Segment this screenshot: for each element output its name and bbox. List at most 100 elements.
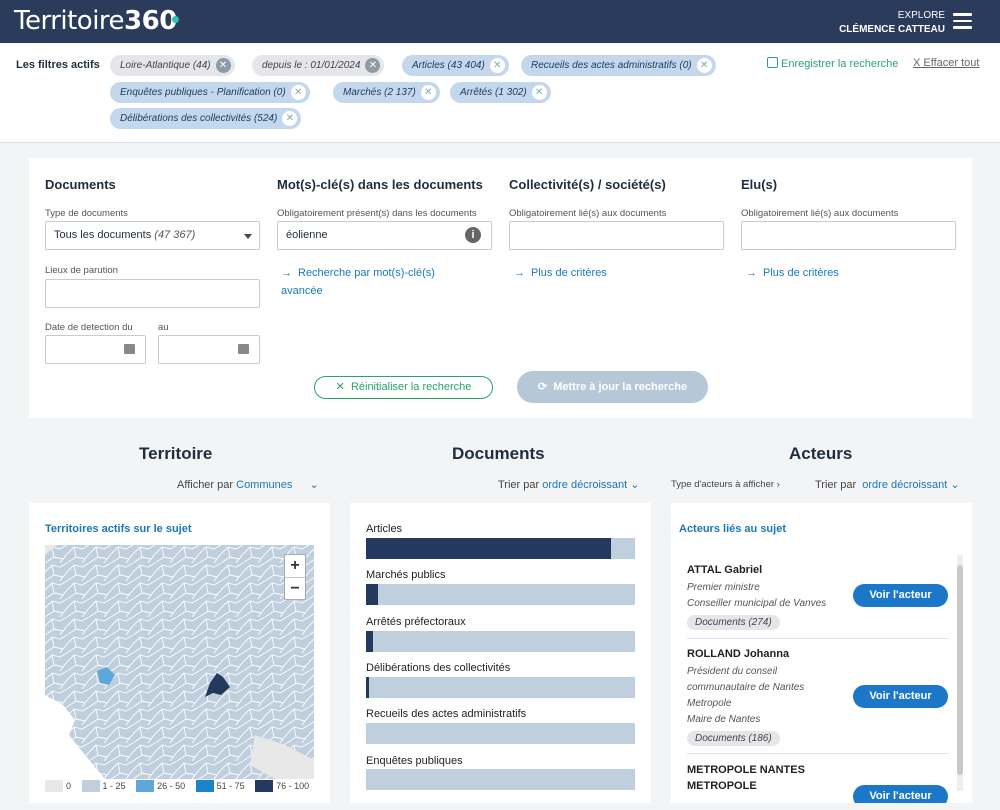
doc-bar-track[interactable] <box>366 631 635 652</box>
communes-map[interactable]: + − <box>45 545 314 779</box>
view-actor-button[interactable]: Voir l'acteur <box>853 584 948 607</box>
doc-bar-track[interactable] <box>366 538 635 559</box>
actors-scrollbar[interactable] <box>957 555 963 791</box>
save-search-link[interactable]: Enregistrer la recherche <box>767 57 898 70</box>
remove-filter-icon[interactable]: ✕ <box>365 58 381 73</box>
filter-chip-label: Marchés (2 137) <box>343 87 416 98</box>
zoom-in-button[interactable]: + <box>285 555 305 577</box>
legend-label: 26 - 50 <box>157 781 186 791</box>
calendar-icon[interactable] <box>238 344 249 354</box>
actor-role: Président du conseil <box>687 666 778 677</box>
app-logo[interactable]: Territoire360 <box>14 6 179 36</box>
remove-filter-icon[interactable]: ✕ <box>489 58 505 73</box>
documents-column-title: Documents <box>45 177 116 192</box>
filter-chip[interactable]: Loire-Atlantique (44) ✕ <box>110 55 235 76</box>
doc-bar-label: Articles <box>366 523 403 535</box>
arrow-right-icon: → <box>746 267 757 279</box>
collectivities-input[interactable] <box>509 221 724 250</box>
filter-chip[interactable]: Recueils des actes administratifs (0) ✕ <box>521 55 716 76</box>
sort-prefix: Trier par <box>498 479 540 491</box>
filter-chip-label: Articles (43 404) <box>412 60 485 71</box>
calendar-icon[interactable] <box>124 344 135 354</box>
filter-chip[interactable]: depuis le : 01/01/2024 ✕ <box>252 55 385 76</box>
remove-filter-icon[interactable]: ✕ <box>531 85 547 100</box>
doc-bar-track[interactable] <box>366 723 635 744</box>
more-criteria-text: Plus de critères <box>763 267 839 279</box>
remove-filter-icon[interactable]: ✕ <box>420 85 436 100</box>
update-label: Mettre à jour la recherche <box>553 381 688 393</box>
actor-name: ATTAL Gabriel <box>687 564 763 576</box>
user-menu[interactable]: EXPLORE CLÉMENCE CATTEAU <box>839 9 945 37</box>
date-from-label: Date de detection du <box>45 322 133 333</box>
filter-chip-label: Recueils des actes administratifs (0) <box>531 60 692 71</box>
remove-filter-icon[interactable]: ✕ <box>282 111 298 126</box>
more-criteria-text: Plus de critères <box>531 267 607 279</box>
documents-sort-select[interactable]: Trier par ordre décroissant ⌄ <box>498 478 640 491</box>
elected-more-criteria-link[interactable]: → Plus de critères <box>746 264 839 282</box>
filter-chip-label: Arrêtés (1 302) <box>460 87 527 98</box>
doc-bar-track[interactable] <box>366 677 635 698</box>
map-legend: 0 1 - 25 26 - 50 51 - 75 76 - 100 <box>45 780 317 794</box>
territoire-display-select[interactable]: Afficher par Communes ⌄ <box>177 478 319 491</box>
remove-filter-icon[interactable]: ✕ <box>696 58 712 73</box>
acteurs-sort-select[interactable]: Trier par ordre décroissant ⌄ <box>815 478 960 491</box>
legend-swatch <box>195 780 214 792</box>
remove-filter-icon[interactable]: ✕ <box>290 85 306 100</box>
chevron-down-icon: ⌄ <box>309 479 319 491</box>
doc-bar-track[interactable] <box>366 584 635 605</box>
actor-role: Maire de Nantes <box>687 714 761 725</box>
date-to-label: au <box>158 322 169 333</box>
territoire-card: Territoires actifs sur le sujet + − 0 1 … <box>29 503 330 803</box>
acteurs-title: Acteurs <box>789 444 853 463</box>
collectivities-more-criteria-link[interactable]: → Plus de critères <box>514 264 607 282</box>
sort-value: ordre décroissant <box>862 479 948 491</box>
scrollbar-thumb[interactable] <box>957 565 963 775</box>
elected-column-title: Elu(s) <box>741 177 778 192</box>
keywords-input[interactable]: éolienne i <box>277 221 492 250</box>
view-actor-button[interactable]: Voir l'acteur <box>853 785 948 803</box>
acteurs-card-title: Acteurs liés au sujet <box>679 523 786 535</box>
arrow-right-icon: → <box>514 267 525 279</box>
remove-filter-icon[interactable]: ✕ <box>215 58 231 73</box>
doc-bar-label: Marchés publics <box>366 569 446 581</box>
actor-documents-badge: Documents (274) <box>687 615 780 630</box>
divider <box>687 753 949 754</box>
legend-swatch <box>45 780 63 792</box>
doc-bar-track[interactable] <box>366 769 635 790</box>
sort-value: ordre décroissant <box>542 479 628 491</box>
legend-label: 76 - 100 <box>276 781 310 791</box>
zoom-out-button[interactable]: − <box>285 577 305 599</box>
filter-chip-label: Loire-Atlantique (44) <box>120 60 211 71</box>
explore-label: EXPLORE <box>897 10 945 21</box>
search-panel: Documents Type de documents Tous les doc… <box>29 158 972 418</box>
view-actor-button[interactable]: Voir l'acteur <box>853 685 948 708</box>
filter-chip[interactable]: Marchés (2 137) ✕ <box>333 82 440 103</box>
reset-search-button[interactable]: ✕ Réinitialiser la recherche <box>314 376 493 399</box>
map-zoom-control: + − <box>284 554 306 600</box>
date-from-input[interactable] <box>45 335 146 364</box>
collectivities-field-label: Obligatoirement lié(s) aux documents <box>509 208 667 219</box>
filter-chip[interactable]: Arrêtés (1 302) ✕ <box>450 82 551 103</box>
date-to-input[interactable] <box>158 335 260 364</box>
filter-chip[interactable]: Délibérations des collectivités (524) ✕ <box>110 108 302 129</box>
keywords-field-label: Obligatoirement présent(s) dans les docu… <box>277 208 477 219</box>
divider <box>687 638 949 639</box>
actor-name: METROPOLE NANTES <box>687 764 805 776</box>
refresh-icon: ⟳ <box>537 381 548 393</box>
places-input[interactable] <box>45 279 260 308</box>
hamburger-menu-icon[interactable] <box>953 13 972 29</box>
info-icon[interactable]: i <box>465 227 481 243</box>
map-svg <box>45 545 314 779</box>
logo-leaf-icon <box>171 16 179 23</box>
chevron-down-icon: ⌄ <box>630 479 640 491</box>
elected-input[interactable] <box>741 221 956 250</box>
clear-all-link[interactable]: X Effacer tout <box>913 57 979 69</box>
filter-chip-label: Enquêtes publiques - Planification (0) <box>120 87 286 98</box>
advanced-keyword-search-link[interactable]: → Recherche par mot(s)-clé(s) avancée <box>281 264 435 300</box>
actor-type-select[interactable]: Type d'acteurs à afficher › <box>671 479 780 490</box>
filter-chip[interactable]: Articles (43 404) ✕ <box>402 55 509 76</box>
documents-section-title: Documents <box>452 444 545 463</box>
document-type-select[interactable]: Tous les documents (47 367) <box>45 221 260 250</box>
update-search-button[interactable]: ⟳ Mettre à jour la recherche <box>517 371 708 403</box>
filter-chip[interactable]: Enquêtes publiques - Planification (0) ✕ <box>110 82 310 103</box>
